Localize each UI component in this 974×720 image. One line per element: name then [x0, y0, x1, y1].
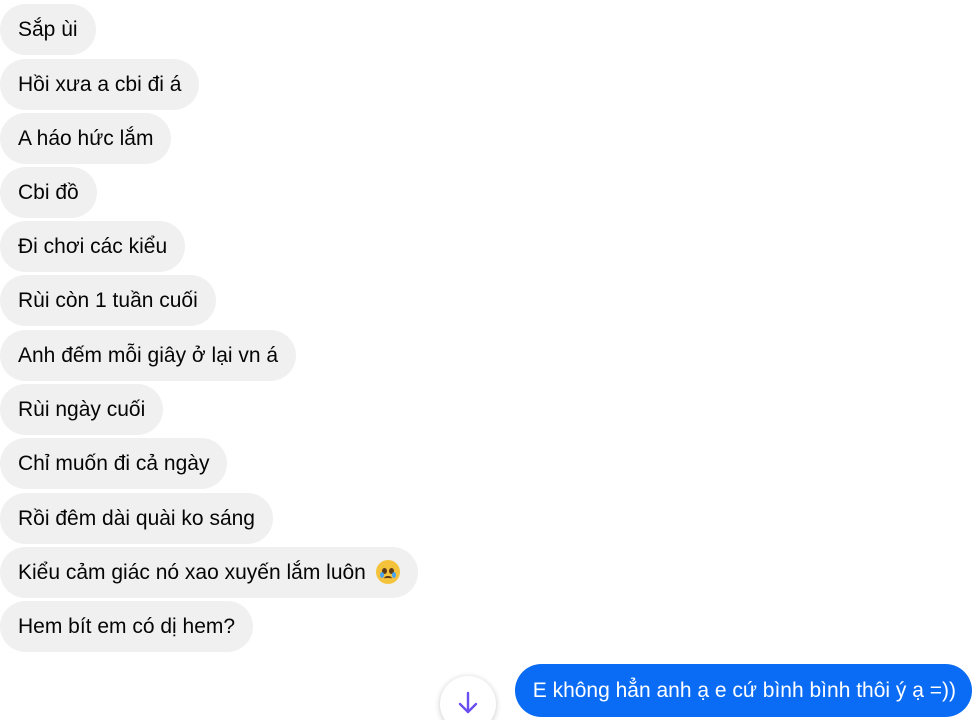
incoming-message[interactable]: Sắp ùi: [0, 4, 96, 55]
incoming-message[interactable]: Anh đếm mỗi giây ở lại vn á: [0, 330, 297, 381]
incoming-message[interactable]: A háo hức lắm: [0, 113, 172, 164]
incoming-message[interactable]: Cbi đồ: [0, 167, 97, 218]
incoming-message[interactable]: Hồi xưa a cbi đi á: [0, 59, 200, 110]
incoming-message[interactable]: Kiểu cảm giác nó xao xuyến lắm luôn: [0, 547, 418, 598]
arrow-down-icon: [458, 691, 478, 714]
incoming-message[interactable]: Rùi còn 1 tuần cuối: [0, 275, 216, 326]
scroll-to-bottom-button[interactable]: [440, 676, 496, 720]
incoming-message[interactable]: Hem bít em có dị hem?: [0, 601, 254, 652]
incoming-message[interactable]: Rùi ngày cuối: [0, 384, 164, 435]
incoming-message[interactable]: Đi chơi các kiểu: [0, 221, 186, 272]
incoming-message[interactable]: Chỉ muốn đi cả ngày: [0, 438, 228, 489]
chat-thread: Sắp ùi Hồi xưa a cbi đi á A háo hức lắm …: [0, 0, 974, 720]
outgoing-message[interactable]: E không hẳn anh ạ e cứ bình bình thôi ý …: [514, 664, 972, 717]
message-text: Kiểu cảm giác nó xao xuyến lắm luôn: [18, 561, 366, 584]
incoming-message[interactable]: Rồi đêm dài quài ko sáng: [0, 493, 273, 544]
crying-face-emoji-icon: [375, 560, 400, 584]
